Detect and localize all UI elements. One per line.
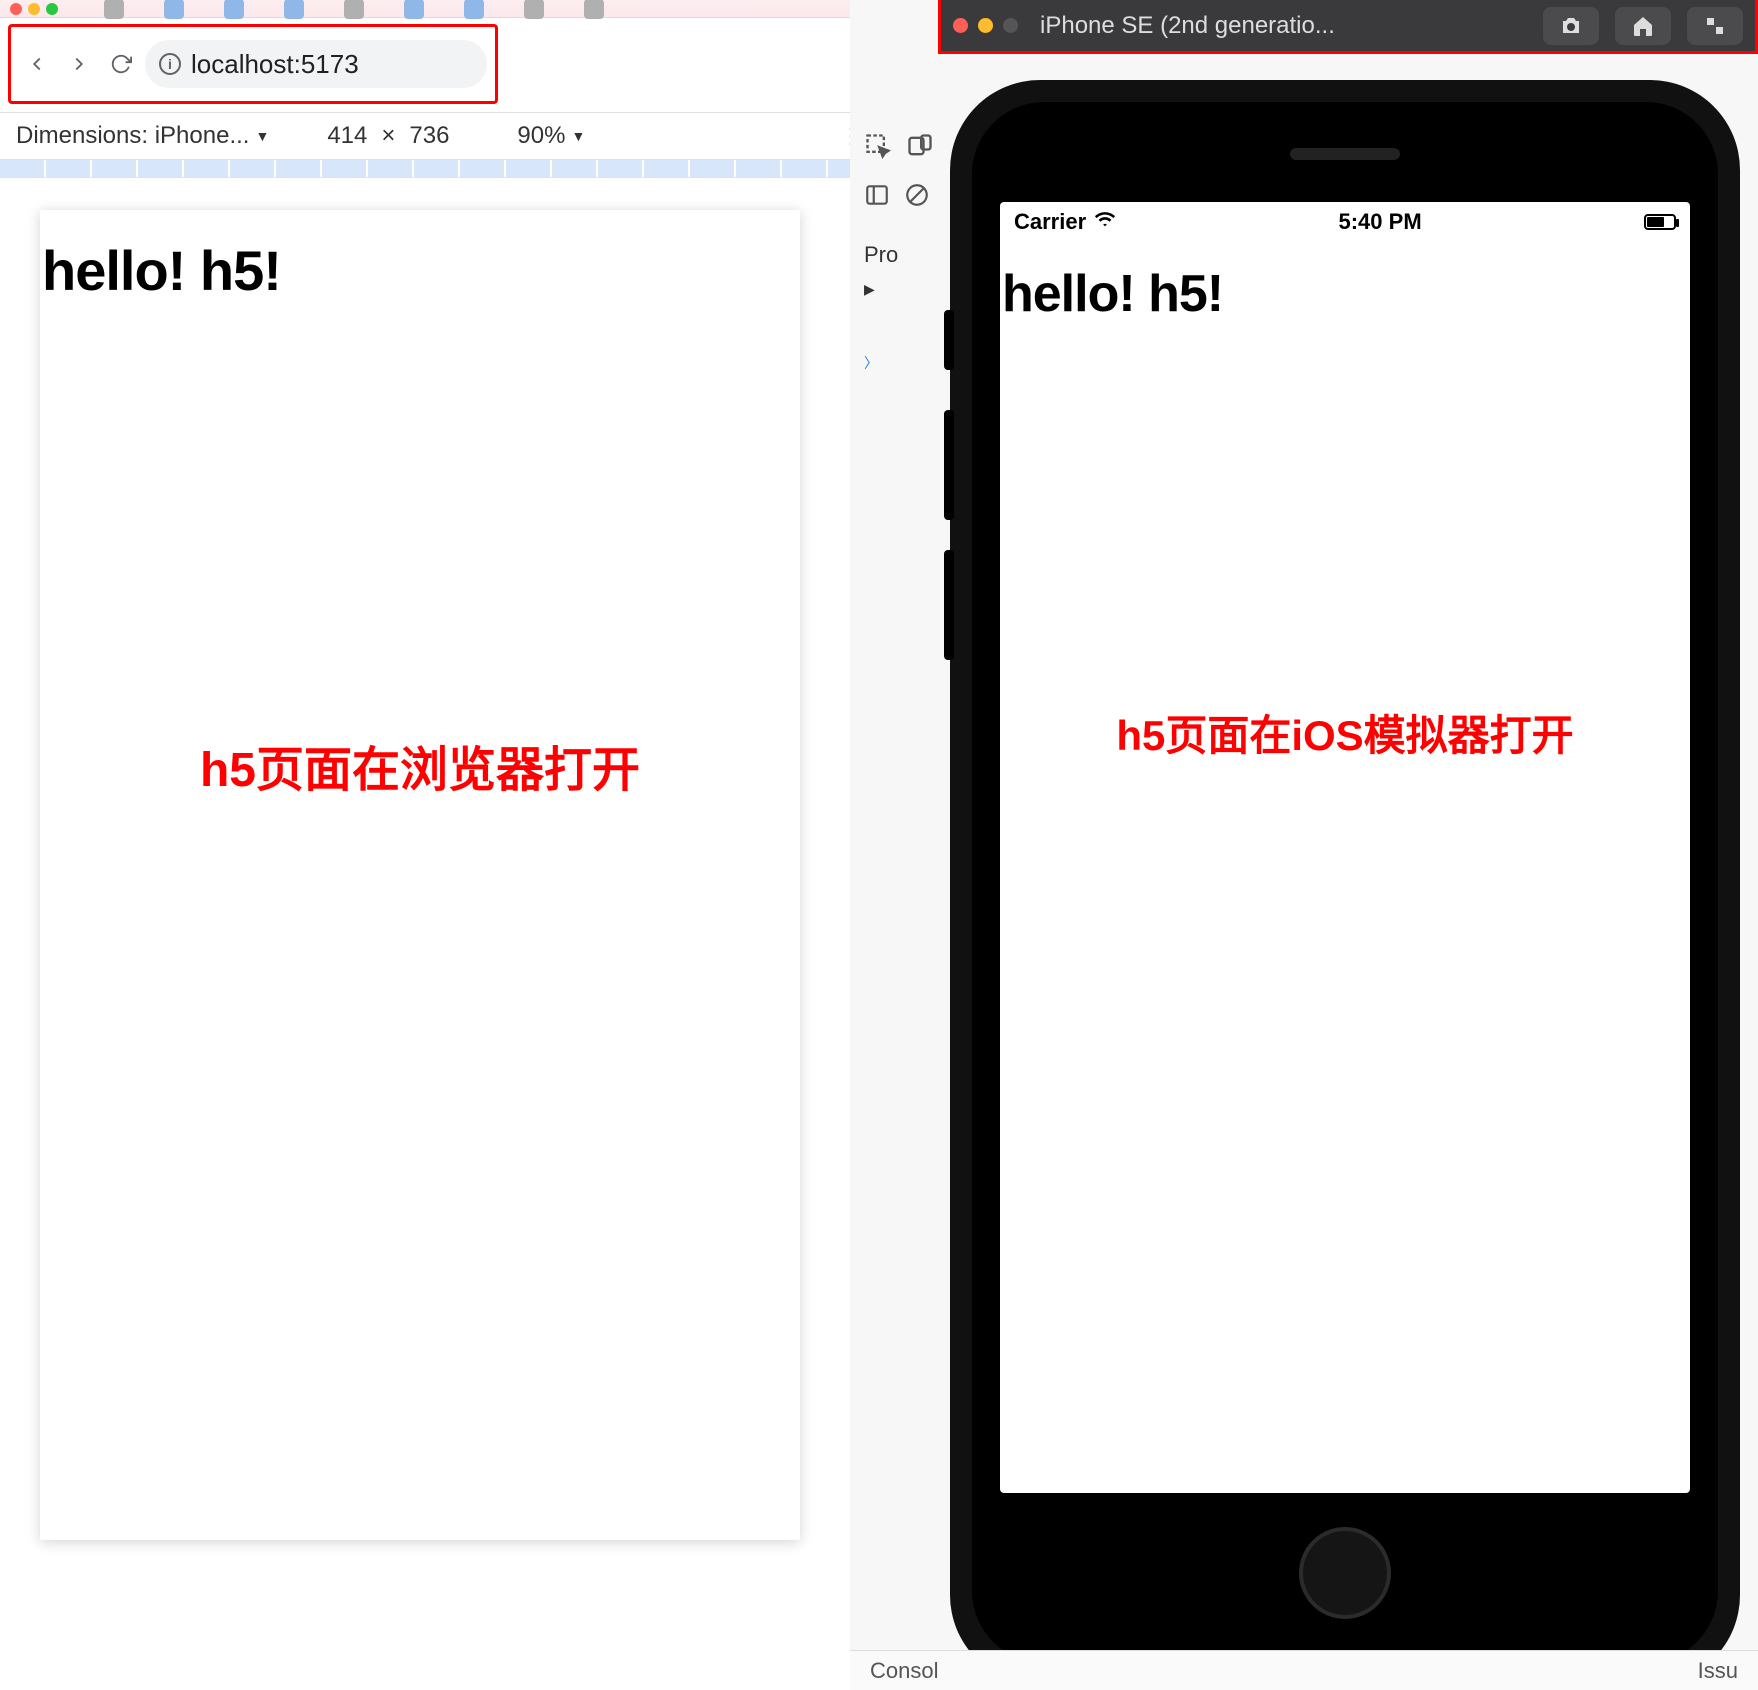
dimensions-dropdown[interactable]: Dimensions: iPhone... ▼ — [16, 122, 269, 150]
tab-favicon-icon[interactable] — [464, 0, 484, 19]
forward-button[interactable] — [61, 46, 97, 82]
traffic-light-disabled-icon — [1003, 18, 1018, 33]
home-button[interactable] — [1615, 7, 1671, 45]
annotation-caption: h5页面在iOS模拟器打开 — [1020, 702, 1670, 763]
chevron-down-icon: ▼ — [571, 128, 585, 144]
mute-switch-icon — [944, 310, 954, 370]
tab-favicon-icon[interactable] — [104, 0, 124, 19]
disclosure-triangle-icon[interactable]: ▶ — [864, 281, 875, 298]
rotate-button[interactable] — [1687, 7, 1743, 45]
viewport-height[interactable]: 736 — [409, 122, 449, 150]
issues-tab[interactable]: Issu — [1698, 1658, 1738, 1684]
console-tab[interactable]: Consol — [870, 1658, 938, 1684]
traffic-light-close-icon[interactable] — [953, 18, 968, 33]
address-bar[interactable]: i localhost:5173 — [145, 40, 487, 88]
device-toggle-icon[interactable] — [906, 132, 934, 160]
iphone-frame: Carrier 5:40 PM hello! h5! h5页面在iOS模拟器打开 — [950, 80, 1740, 1685]
url-text: localhost:5173 — [191, 49, 359, 80]
traffic-light-minimize-icon[interactable] — [978, 18, 993, 33]
chevron-right-icon[interactable]: 〉 — [864, 353, 878, 373]
tab-favicon-icon[interactable] — [584, 0, 604, 19]
tab-favicon-icon[interactable] — [344, 0, 364, 19]
volume-down-icon — [944, 550, 954, 660]
battery-icon — [1644, 214, 1676, 230]
page-heading: hello! h5! — [40, 210, 800, 303]
address-bar-row: i localhost:5173 — [8, 24, 498, 104]
viewport-width[interactable]: 414 — [327, 122, 367, 150]
simulator-screen: Carrier 5:40 PM hello! h5! h5页面在iOS模拟器打开 — [1000, 202, 1690, 1493]
devtools-device-toolbar: Dimensions: iPhone... ▼ 414 × 736 90% ▼ … — [0, 112, 878, 160]
tab-favicon-icon[interactable] — [224, 0, 244, 19]
ios-status-bar: Carrier 5:40 PM — [1000, 202, 1690, 242]
tab-favicon-icon[interactable] — [404, 0, 424, 19]
browser-window: i localhost:5173 Dimensions: iPhone... ▼… — [0, 0, 878, 1690]
tab-favicon-icon[interactable] — [524, 0, 544, 19]
page-heading: hello! h5! — [1000, 242, 1690, 324]
home-button-hardware[interactable] — [1299, 1527, 1391, 1619]
reload-button[interactable] — [103, 46, 139, 82]
devtools-ruler — [0, 160, 878, 178]
browser-tabstrip — [0, 0, 878, 18]
devtools-bottom-tabs: Consol Issu — [850, 1650, 1758, 1690]
tab-favicon-icon[interactable] — [164, 0, 184, 19]
traffic-light-minimize-icon[interactable] — [28, 3, 40, 15]
screenshot-button[interactable] — [1543, 7, 1599, 45]
chevron-down-icon: ▼ — [255, 128, 269, 144]
dimension-separator: × — [381, 122, 395, 150]
clock-label: 5:40 PM — [1339, 209, 1422, 235]
xcode-navigator-peek: Pro ▶ 〉 — [864, 188, 954, 380]
element-picker-icon[interactable] — [864, 132, 892, 160]
dimensions-label: Dimensions: iPhone... — [16, 122, 249, 150]
right-panel: Pro ▶ 〉 iPhone SE (2nd generatio... — [850, 0, 1758, 1690]
annotation-caption: h5页面在浏览器打开 — [80, 730, 760, 800]
device-viewport: hello! h5! h5页面在浏览器打开 — [40, 210, 800, 1540]
project-label: Pro — [864, 242, 898, 268]
traffic-light-close-icon[interactable] — [10, 3, 22, 15]
simulator-window-title: iPhone SE (2nd generatio... — [1040, 12, 1527, 40]
zoom-value: 90% — [517, 122, 565, 150]
devtools-panel-icons — [864, 132, 934, 160]
simulator-titlebar: iPhone SE (2nd generatio... — [938, 0, 1758, 54]
back-button[interactable] — [19, 46, 55, 82]
tab-favicon-icon[interactable] — [284, 0, 304, 19]
site-info-icon[interactable]: i — [159, 53, 181, 75]
traffic-light-zoom-icon[interactable] — [46, 3, 58, 15]
wifi-icon — [1094, 208, 1116, 236]
zoom-dropdown[interactable]: 90% ▼ — [517, 122, 585, 150]
volume-up-icon — [944, 410, 954, 520]
device-viewport-wrap: hello! h5! h5页面在浏览器打开 — [0, 178, 878, 1572]
earpiece-icon — [1290, 148, 1400, 160]
carrier-label: Carrier — [1014, 209, 1086, 235]
tab-favicons — [104, 0, 604, 19]
